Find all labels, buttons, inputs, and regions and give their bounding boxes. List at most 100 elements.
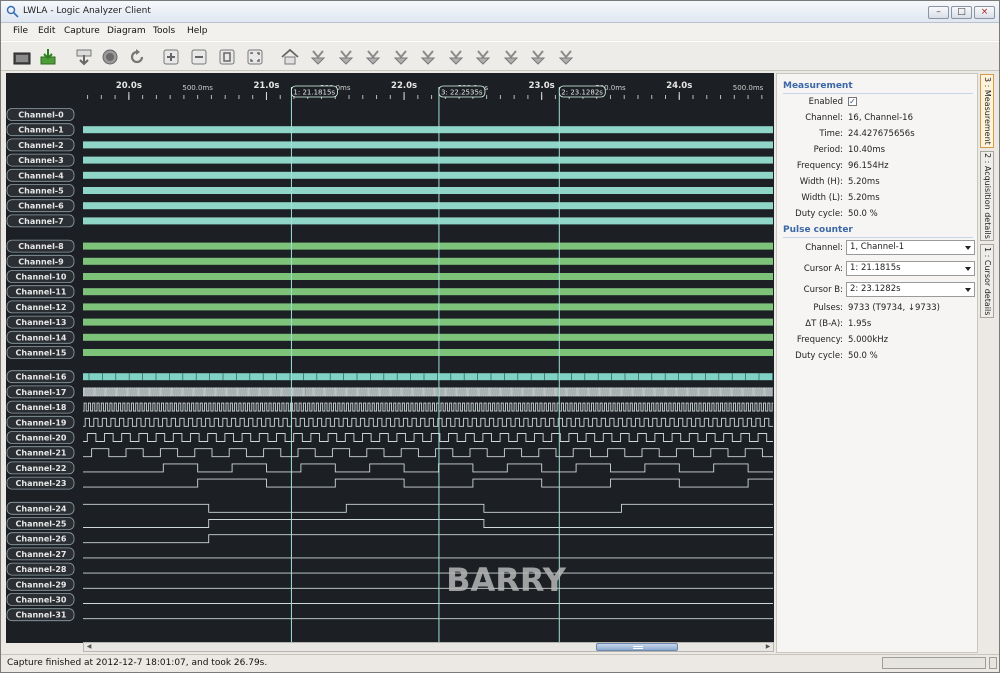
ruler-major-label: 23.0s [529, 81, 555, 91]
waveform-canvas[interactable]: 20.0s 21.0s 22.0s 23.0s 24.0s500.0ms 500.0ms 5… [6, 73, 774, 643]
channel-trace [83, 387, 773, 397]
zoom-out-icon[interactable] [189, 47, 209, 67]
channel-label: Channel-14 [16, 333, 67, 342]
channel-label: Channel-9 [18, 257, 64, 266]
channel-label: Channel-17 [16, 388, 67, 397]
channel-label: Channel-3 [18, 156, 63, 165]
channel-trace [83, 126, 773, 134]
open-file-icon[interactable] [12, 47, 32, 67]
zoom-full-icon[interactable] [245, 47, 265, 67]
app-logo-icon [6, 5, 19, 18]
trigger-icon[interactable] [501, 47, 521, 67]
pulse-channel-label: Channel: [805, 243, 843, 253]
measure-width-l-value: 5.20ms [848, 193, 880, 203]
channel-trace [83, 288, 773, 296]
toolbar [1, 41, 999, 71]
channel-label: Channel-30 [16, 596, 67, 605]
minimize-button[interactable]: – [928, 6, 949, 19]
menu-capture[interactable]: Capture [64, 26, 100, 36]
trigger-icon[interactable] [336, 47, 356, 67]
pulse-duty-value: 50.0 % [848, 351, 878, 361]
ruler-major-label: 21.0s [253, 81, 279, 91]
home-icon[interactable] [280, 47, 300, 67]
trigger-icon[interactable] [446, 47, 466, 67]
channel-label: Channel-31 [16, 611, 67, 620]
status-bar: Capture finished at 2012-12-7 18:01:07, … [1, 654, 999, 672]
maximize-button[interactable]: □ [951, 6, 972, 19]
trigger-icon[interactable] [363, 47, 383, 67]
measurement-panel: Measurement Enabled ✓ Channel: 16, Chann… [776, 73, 978, 653]
trigger-icon[interactable] [473, 47, 493, 67]
pulses-value: 9733 (T9734, ↓9733) [848, 303, 940, 313]
channel-label: Channel-23 [16, 479, 67, 488]
channel-label: Channel-5 [18, 187, 64, 196]
channel-trace [83, 503, 773, 513]
record-icon[interactable] [100, 47, 120, 67]
zoom-fit-icon[interactable] [217, 47, 237, 67]
trigger-icon[interactable] [528, 47, 548, 67]
scrollbar-thumb[interactable] [596, 643, 678, 651]
menu-diagram[interactable]: Diagram [107, 26, 146, 36]
channel-trace [83, 433, 773, 442]
download-icon[interactable] [38, 47, 58, 67]
zoom-in-icon[interactable] [161, 47, 181, 67]
chevron-down-icon [965, 246, 971, 250]
channel-trace [83, 534, 773, 544]
measure-frequency-value: 96.154Hz [848, 161, 889, 171]
channel-label: Channel-20 [16, 434, 67, 443]
menu-help[interactable]: Help [187, 26, 208, 36]
measure-channel-label: Channel: [805, 113, 843, 123]
channel-trace [83, 349, 773, 356]
status-text: Capture finished at 2012-12-7 18:01:07, … [7, 658, 268, 668]
ruler-major-label: 22.0s [391, 81, 417, 91]
pulse-counter-section-title: Pulse counter [783, 225, 853, 235]
measure-time-label: Time: [819, 129, 843, 139]
measure-time-value: 24.427675656s [848, 129, 915, 139]
resize-grip[interactable] [989, 657, 997, 669]
app-window: LWLA - Logic Analyzer Client – □ × File … [0, 0, 1000, 673]
cursor-a-select[interactable]: 1: 21.1815s [846, 261, 975, 276]
tab-measurement[interactable]: 3 : Measurement [980, 74, 994, 148]
scroll-right-icon[interactable]: ▶ [763, 643, 773, 651]
menu-edit[interactable]: Edit [38, 26, 55, 36]
channel-trace [83, 217, 773, 225]
channel-trace [83, 273, 773, 280]
channel-trace [83, 373, 773, 381]
refresh-icon[interactable] [127, 47, 147, 67]
export-icon[interactable] [74, 47, 94, 67]
channel-label: Channel-6 [18, 202, 64, 211]
pulse-frequency-label: Frequency: [796, 335, 843, 345]
menu-bar: File Edit Capture Diagram Tools Help [1, 23, 999, 40]
trigger-icon[interactable] [556, 47, 576, 67]
channel-trace [83, 463, 773, 473]
channel-label: Channel-22 [16, 464, 67, 473]
title-bar: LWLA - Logic Analyzer Client – □ × [1, 1, 999, 23]
measure-frequency-label: Frequency: [796, 161, 843, 171]
cursor-a-label: Cursor A: [803, 264, 843, 274]
ruler-major-label: 24.0s [666, 81, 692, 91]
close-button[interactable]: × [974, 6, 995, 19]
channel-trace [83, 333, 773, 341]
ruler-major-label: 20.0s [116, 81, 142, 91]
channel-label: Channel-18 [16, 403, 67, 412]
progress-box [882, 657, 986, 669]
enabled-label: Enabled [808, 97, 843, 107]
cursor-label: 1: 21.1815s [293, 89, 335, 97]
measure-period-value: 10.40ms [848, 145, 886, 155]
channel-label: Channel-2 [18, 141, 63, 150]
menu-file[interactable]: File [13, 26, 28, 36]
tab-cursor-details[interactable]: 1 : Cursor details [980, 244, 994, 318]
chevron-down-icon [965, 288, 971, 292]
cursor-b-select[interactable]: 2: 23.1282s [846, 282, 975, 297]
pulse-channel-select[interactable]: 1, Channel-1 [846, 240, 975, 255]
enabled-checkbox[interactable]: ✓ [848, 97, 857, 106]
trigger-icon[interactable] [418, 47, 438, 67]
tab-acquisition-details[interactable]: 2 : Acquisition details [980, 151, 994, 241]
channel-trace [83, 417, 773, 427]
trigger-icon[interactable] [391, 47, 411, 67]
horizontal-scrollbar[interactable]: ◀ ▶ [83, 642, 774, 652]
waveform-view[interactable]: 20.0s 21.0s 22.0s 23.0s 24.0s 500.0ms 500.0ms 5… [6, 73, 774, 643]
trigger-icon[interactable] [308, 47, 328, 67]
scroll-left-icon[interactable]: ◀ [84, 643, 94, 651]
menu-tools[interactable]: Tools [153, 26, 175, 36]
